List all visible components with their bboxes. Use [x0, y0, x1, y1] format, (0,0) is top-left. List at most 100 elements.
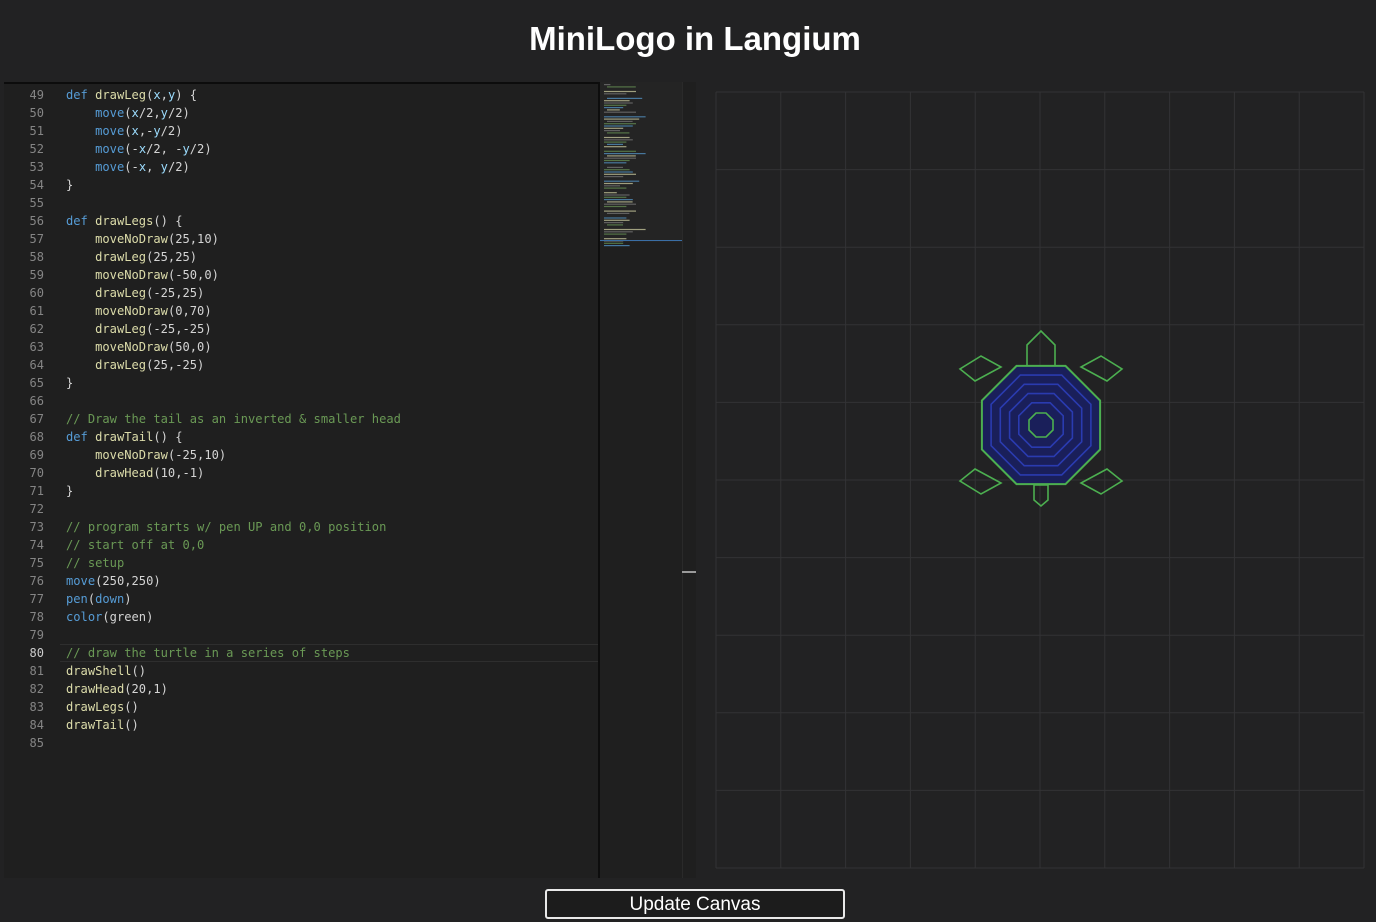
line-number: 62	[29, 322, 44, 336]
code-token: x	[138, 142, 147, 156]
code-line[interactable]: drawTail()	[66, 716, 598, 734]
code-line[interactable]: move(250,250)	[66, 572, 598, 590]
line-number: 61	[29, 304, 44, 318]
code-token: drawLeg	[95, 286, 147, 300]
code-token: drawTail	[66, 718, 125, 732]
code-token: )	[124, 592, 132, 606]
vertical-scrollbar[interactable]	[682, 82, 696, 878]
code-token: ()	[124, 700, 139, 714]
code-line[interactable]: moveNoDraw(0,70)	[66, 302, 598, 320]
line-number-gutter: 49 50 51 52 53 54 55 56 57 58 59 60 61 62 63 64 65 66 67 68…	[4, 86, 44, 752]
code-line[interactable]: moveNoDraw(-50,0)	[66, 266, 598, 284]
code-line[interactable]: def drawLegs() {	[66, 212, 598, 230]
code-token: y	[160, 106, 168, 120]
line-number: 52	[29, 142, 44, 156]
code-line[interactable]	[66, 194, 598, 212]
code-line[interactable]: moveNoDraw(50,0)	[66, 338, 598, 356]
minimap-cursor-line	[600, 240, 682, 241]
code-token: down	[95, 592, 125, 606]
line-number: 72	[29, 502, 44, 516]
code-line[interactable]: drawHead(10,-1)	[66, 464, 598, 482]
drawing-canvas[interactable]	[698, 82, 1376, 878]
line-number: 50	[29, 106, 44, 120]
code-token: drawLeg	[95, 322, 147, 336]
code-token: (0,70)	[167, 304, 212, 318]
code-line[interactable]: // draw the turtle in a series of steps	[60, 644, 598, 662]
code-token: // Draw the tail as an inverted & smalle…	[66, 412, 401, 426]
code-line[interactable]: color(green)	[66, 608, 598, 626]
code-editor[interactable]: 49 50 51 52 53 54 55 56 57 58 59 60 61 62 63 64 65 66 67 68…	[4, 82, 696, 878]
code-line[interactable]: // Draw the tail as an inverted & smalle…	[66, 410, 598, 428]
code-token: (250,250)	[95, 574, 161, 588]
code-line[interactable]	[66, 392, 598, 410]
code-text-area[interactable]: def drawLeg(x,y) { move(x/2,y/2) move(x,…	[66, 86, 598, 752]
code-line[interactable]: def drawTail() {	[66, 428, 598, 446]
code-line[interactable]: moveNoDraw(-25,10)	[66, 446, 598, 464]
code-token: def	[66, 214, 96, 228]
line-number: 64	[29, 358, 44, 372]
code-token: drawLegs	[66, 700, 125, 714]
code-token: moveNoDraw	[95, 340, 168, 354]
code-line[interactable]: drawLegs()	[66, 698, 598, 716]
code-line[interactable]: drawLeg(-25,-25)	[66, 320, 598, 338]
canvas-surface	[715, 91, 1365, 869]
code-token: move	[95, 160, 125, 174]
code-line[interactable]: drawShell()	[66, 662, 598, 680]
code-token: ) {	[175, 88, 198, 102]
code-token: x	[138, 160, 147, 174]
line-number: 57	[29, 232, 44, 246]
update-canvas-button[interactable]: Update Canvas	[545, 889, 845, 919]
code-token: () {	[153, 214, 183, 228]
minimap-line	[604, 245, 630, 247]
code-token: (-	[124, 160, 139, 174]
code-line[interactable]: moveNoDraw(25,10)	[66, 230, 598, 248]
code-line[interactable]: // setup	[66, 554, 598, 572]
scrollbar-position-marker[interactable]	[682, 571, 696, 573]
code-line[interactable]: }	[66, 374, 598, 392]
code-line[interactable]: drawHead(20,1)	[66, 680, 598, 698]
minimap[interactable]	[600, 82, 682, 878]
code-line[interactable]: drawLeg(25,-25)	[66, 356, 598, 374]
code-line[interactable]: pen(down)	[66, 590, 598, 608]
line-number: 71	[29, 484, 44, 498]
line-number: 73	[29, 520, 44, 534]
line-number: 74	[29, 538, 44, 552]
code-line[interactable]	[66, 500, 598, 518]
code-token: // start off at 0,0	[66, 538, 205, 552]
minimap-slider[interactable]	[600, 82, 682, 242]
editor-top-border	[4, 82, 696, 84]
code-line[interactable]: }	[66, 482, 598, 500]
code-token: drawLeg	[95, 358, 147, 372]
code-line[interactable]: def drawLeg(x,y) {	[66, 86, 598, 104]
code-line[interactable]	[66, 626, 598, 644]
code-token: ()	[124, 718, 139, 732]
code-line[interactable]: move(x,-y/2)	[66, 122, 598, 140]
code-token: drawHead	[95, 466, 154, 480]
code-line[interactable]: drawLeg(-25,25)	[66, 284, 598, 302]
code-line[interactable]: move(-x/2, -y/2)	[66, 140, 598, 158]
code-line[interactable]: drawLeg(25,25)	[66, 248, 598, 266]
code-line[interactable]: // start off at 0,0	[66, 536, 598, 554]
code-line[interactable]: }	[66, 176, 598, 194]
code-line[interactable]: // program starts w/ pen UP and 0,0 posi…	[66, 518, 598, 536]
line-number: 49	[29, 88, 44, 102]
line-number: 77	[29, 592, 44, 606]
code-token: (-25,-25)	[146, 322, 212, 336]
code-line[interactable]: move(x/2,y/2)	[66, 104, 598, 122]
code-line[interactable]	[66, 734, 598, 752]
code-line[interactable]: move(-x, y/2)	[66, 158, 598, 176]
code-token: drawShell	[66, 664, 132, 678]
code-token: move	[95, 142, 125, 156]
turtle-leg	[1079, 355, 1124, 382]
code-token: drawLegs	[95, 214, 154, 228]
code-token: (25,10)	[167, 232, 219, 246]
code-token: (20,1)	[124, 682, 168, 696]
